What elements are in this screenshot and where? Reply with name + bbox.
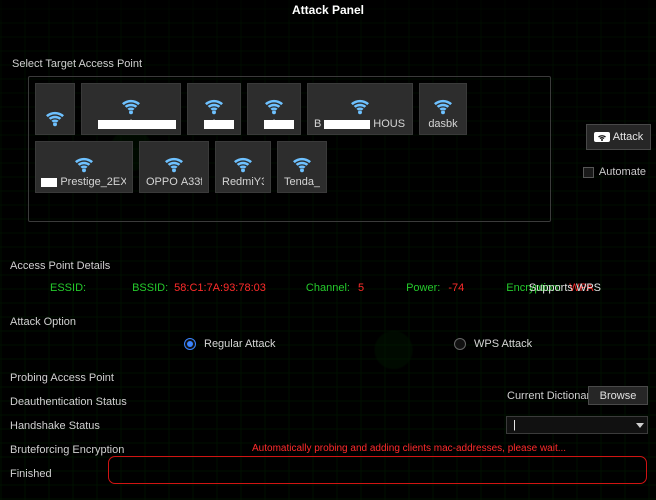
apd-title: Access Point Details — [10, 260, 110, 272]
wps-attack-label: WPS Attack — [474, 338, 532, 350]
automate-toggle[interactable]: Automate — [583, 166, 646, 178]
probe-output-box — [108, 456, 647, 484]
access-point-label: OPPO A33f — [146, 176, 202, 188]
access-point-label: dasbk — [428, 118, 457, 130]
access-point-item[interactable]: Prestige_2EX — [35, 141, 133, 193]
access-point-item[interactable]: OPPO A33f — [139, 141, 209, 193]
page-title: Attack Panel — [0, 0, 656, 20]
access-point-item[interactable]: B HOUSE — [307, 83, 413, 135]
wifi-icon — [594, 132, 610, 142]
access-point-item[interactable]: A — [247, 83, 301, 135]
attack-button-label: Attack — [613, 131, 644, 143]
radio-icon — [454, 338, 466, 350]
dropdown-value: | — [513, 419, 516, 431]
apd-row: ESSID: BSSID:58:C1:7A:93:78:03 Channel:5… — [50, 282, 594, 294]
access-point-item[interactable]: A — [187, 83, 241, 135]
access-point-label: RedmiY3 — [222, 176, 264, 188]
attack-option-title: Attack Option — [10, 316, 76, 328]
checkbox-icon — [583, 167, 594, 178]
supports-wps-label: Supports WPS — [529, 282, 601, 294]
access-point-item[interactable]: A — [81, 83, 181, 135]
deauth-label: Deauthentication Status — [10, 396, 127, 408]
automate-label: Automate — [599, 166, 646, 178]
handshake-label: Handshake Status — [10, 420, 127, 432]
radio-icon — [184, 338, 196, 350]
attack-button[interactable]: Attack — [586, 124, 651, 150]
probe-status-message: Automatically probing and adding clients… — [252, 443, 566, 454]
brute-label: Bruteforcing Encryption — [10, 444, 127, 456]
access-point-item[interactable]: dasbk — [419, 83, 467, 135]
wps-attack-radio[interactable]: WPS Attack — [454, 338, 532, 350]
access-point-list: AAAB HOUSEdasbk Prestige_2EXOPPO A33fRed… — [28, 76, 551, 222]
chevron-down-icon — [636, 423, 644, 428]
browse-button[interactable]: Browse — [588, 386, 648, 405]
dictionary-dropdown[interactable]: | — [506, 416, 648, 434]
access-point-item[interactable]: Tenda_ — [277, 141, 327, 193]
regular-attack-label: Regular Attack — [204, 338, 276, 350]
access-point-label: Tenda_ — [284, 176, 320, 188]
select-target-label: Select Target Access Point — [12, 58, 142, 70]
access-point-item[interactable]: RedmiY3 — [215, 141, 271, 193]
probing-label: Probing Access Point — [10, 372, 127, 384]
access-point-item[interactable] — [35, 83, 75, 135]
regular-attack-radio[interactable]: Regular Attack — [184, 338, 276, 350]
